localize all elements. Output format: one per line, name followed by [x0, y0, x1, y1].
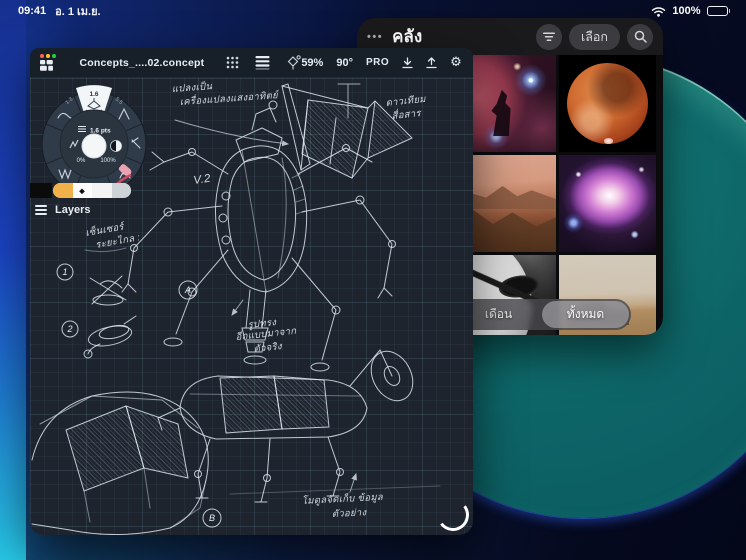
layers-label: Layers [55, 204, 90, 216]
concepts-titlebar: Concepts_....02.concept [30, 48, 473, 78]
concepts-window: แปลงเป็น เครื่องแปลงแสงอาทิตย์ ดาวเทียม … [30, 48, 473, 535]
wifi-icon [651, 6, 666, 17]
active-size-label: 1.6 [89, 91, 98, 98]
sketch-side-view [158, 344, 440, 502]
selected-swatch-dot [80, 188, 85, 193]
filter-button[interactable] [536, 24, 562, 50]
photo-horsehead-nebula[interactable] [459, 55, 556, 152]
settings-gear-icon[interactable]: ⚙ [450, 56, 462, 69]
opacity-min-label: 0% [77, 158, 86, 164]
select-button[interactable]: เลือก [569, 24, 620, 50]
note-shape-line2: อีกแบบมาจาก [235, 325, 298, 343]
note-shape-line3: ตัวจริง [253, 341, 283, 355]
drawing-canvas[interactable]: แปลงเป็น เครื่องแปลงแสงอาทิตย์ ดาวเทียม … [30, 78, 473, 535]
note-module-line2: ตัวอย่าง [332, 507, 368, 520]
note-shape-line1: รูปทรง [247, 317, 278, 331]
marker-1: 1 [62, 267, 67, 277]
wallpaper-blue-band [0, 0, 26, 560]
export-icon[interactable] [426, 57, 437, 69]
sketch-bottom-left-mech [32, 392, 208, 535]
note-version: V.2 [193, 173, 212, 187]
sketch-sensor-studies [57, 264, 221, 527]
color-preview-disc[interactable] [82, 134, 106, 158]
note-satellite-line1: ดาวเทียม [385, 93, 427, 109]
photo-mars-planet[interactable] [559, 55, 656, 152]
note-sensor-line2: ระยะไกล : [94, 231, 141, 251]
pro-badge[interactable]: PRO [366, 57, 389, 68]
note-sensor-line1: เซ็นเซอร์ [84, 220, 126, 239]
ipad-screen: 09:41 อ. 1 เม.ย. 100% ••• คลัง [0, 0, 746, 560]
search-icon [634, 30, 647, 43]
marker-b: B [209, 513, 215, 523]
note-module-line1: โมดูลจัดเก็บ ข้อมูล [302, 491, 385, 507]
layers-button[interactable]: Layers [35, 204, 90, 216]
window-controls[interactable] [40, 54, 56, 71]
sketch-main-mech [122, 84, 412, 371]
photos-title: คลัง [392, 23, 422, 50]
search-button[interactable] [627, 24, 653, 50]
grid-dots-icon[interactable] [226, 56, 239, 69]
precision-pen-icon[interactable] [286, 55, 301, 70]
marker-a: A [184, 285, 191, 295]
rotation-value[interactable]: 90° [336, 57, 353, 69]
swatch-amber[interactable] [53, 183, 73, 198]
document-title[interactable]: Concepts_....02.concept [80, 57, 205, 69]
opacity-max-label: 100% [100, 158, 116, 164]
close-dot[interactable] [40, 54, 44, 58]
photo-martian-hills[interactable] [459, 155, 556, 252]
note-convert-line2: เครื่องแปลงแสงอาทิตย์ [179, 88, 280, 108]
tab-all-photos[interactable]: ทั้งหมด [542, 301, 629, 328]
photo-orion-nebula[interactable] [559, 155, 656, 252]
color-bar [30, 183, 131, 198]
note-convert-line1: แปลงเป็น [171, 80, 212, 95]
note-satellite-line2: สื่อสาร [391, 106, 423, 122]
battery-icon [707, 6, 731, 16]
swatch-gray[interactable] [112, 183, 132, 198]
zoom-level[interactable]: 59% [301, 57, 323, 69]
clock: 09:41 [18, 5, 46, 17]
import-icon[interactable] [402, 57, 413, 69]
minimize-dot[interactable] [46, 54, 50, 58]
layers-icon [35, 205, 47, 215]
zoom-dot[interactable] [52, 54, 56, 58]
more-menu-button[interactable]: ••• [367, 31, 383, 43]
photo-grid [459, 55, 657, 335]
layers-list-icon[interactable] [255, 56, 270, 70]
marker-2: 2 [66, 324, 72, 334]
swatch-black[interactable] [30, 183, 52, 198]
status-bar: 09:41 อ. 1 เม.ย. 100% [0, 0, 746, 20]
stroke-width-label: 1.6 pts [90, 128, 111, 135]
swatch-offwhite[interactable] [92, 183, 112, 198]
gallery-icon[interactable] [40, 60, 53, 71]
battery-percent: 100% [672, 5, 700, 17]
photos-view-tabs: เดือน ทั้งหมด [453, 299, 631, 330]
swatch-white-selected[interactable] [73, 183, 93, 198]
filter-lines-icon [543, 32, 555, 42]
status-date: อ. 1 เม.ย. [55, 2, 100, 20]
